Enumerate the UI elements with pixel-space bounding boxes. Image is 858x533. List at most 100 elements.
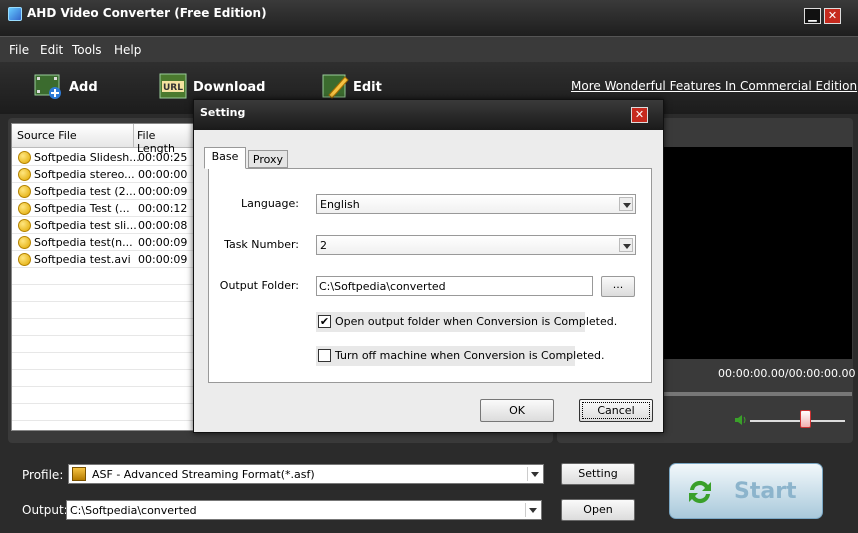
volume-slider-knob[interactable] <box>800 410 811 428</box>
language-select[interactable]: English <box>316 194 636 214</box>
close-button[interactable]: ✕ <box>824 8 841 24</box>
menu-bar: File Edit Tools Help <box>0 36 858 62</box>
volume-slider-track[interactable] <box>750 420 845 422</box>
turn-off-label: Turn off machine when Conversion is Comp… <box>335 349 605 362</box>
profile-select[interactable]: ASF - Advanced Streaming Format(*.asf) <box>68 464 544 484</box>
menu-file[interactable]: File <box>9 43 29 57</box>
table-row-empty <box>12 353 194 370</box>
table-row-empty <box>12 387 194 404</box>
setting-dialog: Setting ✕ Base Proxy Language: English T… <box>193 99 664 433</box>
ok-button[interactable]: OK <box>480 399 554 422</box>
file-name: Softpedia test(n... <box>34 236 133 249</box>
start-label: Start <box>734 479 797 504</box>
menu-edit[interactable]: Edit <box>40 43 63 57</box>
file-name: Softpedia Slidesh... <box>34 151 140 164</box>
file-icon <box>18 168 31 181</box>
table-row-empty <box>12 285 194 302</box>
file-length: 00:00:12 <box>138 202 188 215</box>
language-label: Language: <box>241 197 299 210</box>
edit-label[interactable]: Edit <box>353 80 382 95</box>
app-icon <box>8 7 22 21</box>
output-folder-value: C:\Softpedia\converted <box>319 280 446 293</box>
turn-off-option[interactable]: Turn off machine when Conversion is Comp… <box>316 346 605 366</box>
file-length: 00:00:00 <box>138 168 188 181</box>
file-icon <box>18 253 31 266</box>
volume-icon[interactable] <box>734 413 748 427</box>
file-length: 00:00:09 <box>138 236 188 249</box>
menu-help[interactable]: Help <box>114 43 141 57</box>
tab-base[interactable]: Base <box>204 147 246 169</box>
commercial-edition-link[interactable]: More Wonderful Features In Commercial Ed… <box>571 79 857 93</box>
profile-value: ASF - Advanced Streaming Format(*.asf) <box>92 468 315 481</box>
file-icon <box>18 202 31 215</box>
table-row[interactable]: Softpedia Slidesh... 00:00:25 <box>12 149 194 166</box>
table-row[interactable]: Softpedia test sli... 00:00:08 <box>12 217 194 234</box>
base-tab-panel: Language: English Task Number: 2 Output … <box>208 168 652 383</box>
output-folder-input[interactable]: C:\Softpedia\converted <box>316 276 593 296</box>
output-folder-label: Output Folder: <box>219 279 299 292</box>
dialog-close-button[interactable]: ✕ <box>631 107 648 123</box>
file-icon <box>18 151 31 164</box>
start-button[interactable]: Start <box>669 463 823 519</box>
edit-icon[interactable] <box>321 71 351 101</box>
table-row[interactable]: Softpedia test.avi 00:00:09 <box>12 251 194 268</box>
minimize-button[interactable]: ▁ <box>804 8 821 24</box>
output-select[interactable]: C:\Softpedia\converted <box>66 500 542 520</box>
language-value: English <box>320 198 360 211</box>
browse-button[interactable]: ... <box>601 276 635 297</box>
playback-time: 00:00:00.00/00:00:00.00 <box>718 367 856 380</box>
file-icon <box>18 236 31 249</box>
open-folder-checkbox[interactable]: ✔ <box>318 315 331 328</box>
table-row[interactable]: Softpedia stereo... 00:00:00 <box>12 166 194 183</box>
download-url-icon[interactable]: URL <box>158 71 188 101</box>
chevron-down-icon[interactable] <box>525 503 539 517</box>
file-name: Softpedia test.avi <box>34 253 131 266</box>
chevron-down-icon[interactable] <box>527 467 541 481</box>
add-file-icon[interactable] <box>33 71 63 101</box>
open-button[interactable]: Open <box>561 499 635 521</box>
add-label[interactable]: Add <box>69 80 98 95</box>
file-icon <box>18 219 31 232</box>
open-folder-option[interactable]: ✔ Open output folder when Conversion is … <box>316 312 617 332</box>
column-source-file[interactable]: Source File <box>17 129 77 142</box>
table-row-empty <box>12 268 194 285</box>
title-bar: AHD Video Converter (Free Edition) ▁ ✕ <box>0 0 858 36</box>
turn-off-checkbox[interactable] <box>318 349 331 362</box>
setting-button[interactable]: Setting <box>561 463 635 485</box>
file-icon <box>18 185 31 198</box>
table-row[interactable]: Softpedia Test (... 00:00:12 <box>12 200 194 217</box>
output-value: C:\Softpedia\converted <box>70 504 197 517</box>
table-row-empty <box>12 370 194 387</box>
profile-label: Profile: <box>22 468 64 482</box>
task-number-label: Task Number: <box>224 238 299 251</box>
video-preview <box>662 147 852 359</box>
file-length: 00:00:09 <box>138 253 188 266</box>
table-row-empty <box>12 319 194 336</box>
menu-tools[interactable]: Tools <box>72 43 102 57</box>
window-title: AHD Video Converter (Free Edition) <box>27 6 267 20</box>
chevron-down-icon[interactable] <box>619 197 633 211</box>
tab-proxy[interactable]: Proxy <box>248 150 288 168</box>
file-length: 00:00:08 <box>138 219 188 232</box>
file-length: 00:00:25 <box>138 151 188 164</box>
file-name: Softpedia stereo... <box>34 168 135 181</box>
chevron-down-icon[interactable] <box>619 238 633 252</box>
dialog-title: Setting <box>200 106 246 119</box>
output-label: Output: <box>22 503 68 517</box>
cancel-button[interactable]: Cancel <box>579 399 653 422</box>
svg-text:URL: URL <box>163 83 183 93</box>
task-number-value: 2 <box>320 239 327 252</box>
dialog-title-bar: Setting ✕ <box>194 100 663 130</box>
film-icon <box>72 467 86 481</box>
convert-arrows-icon <box>684 476 716 508</box>
playback-progress[interactable] <box>662 392 852 396</box>
table-row-empty <box>12 404 194 421</box>
table-row-empty <box>12 302 194 319</box>
file-length: 00:00:09 <box>138 185 188 198</box>
table-row[interactable]: Softpedia test (2... 00:00:09 <box>12 183 194 200</box>
file-list[interactable]: Source File File Length Softpedia Slides… <box>11 123 195 431</box>
file-name: Softpedia Test (... <box>34 202 130 215</box>
table-row[interactable]: Softpedia test(n... 00:00:09 <box>12 234 194 251</box>
download-label[interactable]: Download <box>193 80 265 95</box>
task-number-select[interactable]: 2 <box>316 235 636 255</box>
